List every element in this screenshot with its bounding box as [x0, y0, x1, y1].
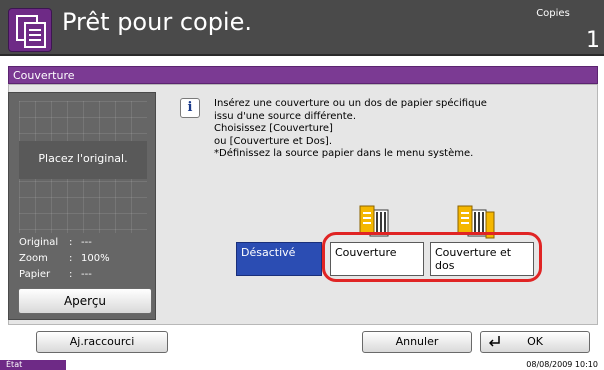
screen-title-bar: Couverture: [8, 66, 598, 84]
info-icon: i: [180, 98, 200, 118]
message-line: Choisissez [Couverture]: [214, 123, 333, 134]
preview-button[interactable]: Aperçu: [18, 288, 152, 314]
message-line: Insérez une couverture ou un dos de papi…: [214, 98, 487, 109]
page-title: Prêt pour copie.: [62, 8, 252, 36]
paper-row: Papier: ---: [19, 269, 92, 280]
message-line: *Définissez la source papier dans le men…: [214, 148, 474, 159]
status-bar: [0, 360, 604, 370]
copies-count: 1: [586, 28, 600, 53]
preview-pane: Placez l'original. Original: --- Zoom:100…: [8, 92, 156, 320]
status-button[interactable]: État: [0, 360, 66, 370]
original-label: Original: [19, 237, 59, 248]
desactive-option[interactable]: Désactivé: [236, 242, 322, 276]
instruction-message: Insérez une couverture ou un dos de papi…: [214, 98, 487, 161]
add-shortcut-button[interactable]: Aj.raccourci: [36, 331, 168, 353]
message-line: issu d'une source différente.: [214, 110, 357, 122]
preview-placeholder: Placez l'original.: [38, 152, 128, 165]
cancel-button[interactable]: Annuler: [362, 331, 472, 353]
ok-button[interactable]: OK: [480, 331, 590, 353]
screen-title: Couverture: [13, 69, 75, 82]
original-value: ---: [81, 237, 92, 248]
copy-mode-icon: [8, 8, 52, 52]
paper-sep: :: [69, 269, 73, 280]
message-line: ou [Couverture et Dos].: [214, 135, 332, 147]
zoom-label: Zoom: [19, 253, 48, 264]
zoom-row: Zoom:100%: [19, 253, 110, 264]
date-time: 08/08/2009 10:10: [526, 360, 598, 369]
zoom-value: 100%: [81, 253, 110, 264]
original-row: Original: ---: [19, 237, 92, 248]
selection-highlight: [322, 232, 542, 282]
copies-label: Copies: [536, 8, 570, 19]
enter-icon: [489, 336, 500, 347]
paper-label: Papier: [19, 269, 51, 280]
ok-label: OK: [527, 335, 543, 348]
paper-value: ---: [81, 269, 92, 280]
original-sep: :: [69, 237, 73, 248]
zoom-sep: :: [69, 253, 73, 264]
